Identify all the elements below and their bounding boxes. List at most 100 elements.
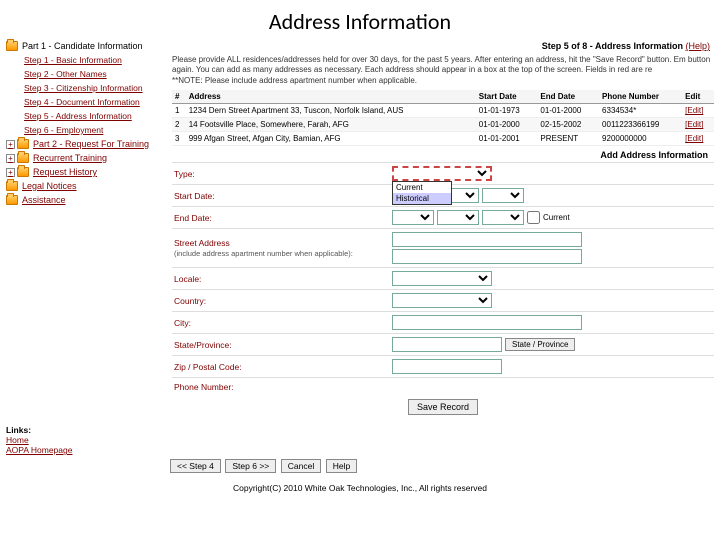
nav-assistance[interactable]: Assistance — [6, 193, 164, 207]
th-phone: Phone Number — [599, 90, 682, 104]
edit-link[interactable]: [Edit] — [685, 120, 703, 129]
label-city: City: — [172, 318, 392, 328]
current-checkbox[interactable] — [527, 211, 540, 224]
content-area: Step 5 of 8 - Address Information (Help)… — [164, 39, 714, 419]
label-zip: Zip / Postal Code: — [172, 362, 392, 372]
folder-icon — [6, 195, 18, 205]
opt-current[interactable]: Current — [393, 182, 451, 193]
edit-link[interactable]: [Edit] — [685, 134, 703, 143]
cell-addr: 999 Afgan Street, Afgan City, Bamian, AF… — [186, 132, 476, 146]
bottom-nav: << Step 4 Step 6 >> Cancel Help — [0, 455, 720, 473]
cell-start: 01-01-2001 — [476, 132, 538, 146]
aopa-link[interactable]: AOPA Homepage — [6, 445, 720, 455]
label-end: End Date: — [172, 213, 392, 223]
state-input[interactable] — [392, 337, 502, 352]
label-start: Start Date: — [172, 191, 392, 201]
cell-start: 01-01-1973 — [476, 104, 538, 118]
state-province-button[interactable]: State / Province — [505, 338, 575, 351]
expand-icon[interactable]: + — [6, 140, 15, 149]
nav-recurrent[interactable]: + Recurrent Training — [6, 151, 164, 165]
instruction-p2: **NOTE: Please include address apartment… — [172, 76, 714, 86]
nav-legal[interactable]: Legal Notices — [6, 179, 164, 193]
end-year[interactable] — [482, 210, 524, 225]
street-sub: (include address apartment number when a… — [174, 249, 353, 258]
sidebar: Part 1 - Candidate Information Step 1 - … — [6, 39, 164, 419]
cell-num: 1 — [172, 104, 186, 118]
cell-end: PRESENT — [537, 132, 599, 146]
nav-step-2[interactable]: Step 2 - Other Names — [6, 67, 164, 81]
cell-end: 01-01-2000 — [537, 104, 599, 118]
copyright: Copyright(C) 2010 White Oak Technologies… — [0, 473, 720, 493]
table-row: 214 Footsville Place, Somewhere, Farah, … — [172, 118, 714, 132]
instructions: Please provide ALL residences/addresses … — [172, 53, 714, 90]
label-country: Country: — [172, 296, 392, 306]
cell-phone: 9200000000 — [599, 132, 682, 146]
nav-step-3[interactable]: Step 3 - Citizenship Information — [6, 81, 164, 95]
table-row: 11234 Dern Street Apartment 33, Tuscon, … — [172, 104, 714, 118]
nav-step-6[interactable]: Step 6 - Employment — [6, 123, 164, 137]
th-edit: Edit — [682, 90, 714, 104]
nav-history[interactable]: + Request History — [6, 165, 164, 179]
save-record-button[interactable]: Save Record — [408, 399, 478, 415]
street-text: Street Address — [174, 238, 230, 248]
page-title: Address Information — [0, 0, 720, 39]
cell-end: 02-15-2002 — [537, 118, 599, 132]
history-label: Request History — [33, 167, 97, 177]
current-chk-label: Current — [543, 213, 570, 222]
end-month[interactable] — [392, 210, 434, 225]
label-state: State/Province: — [172, 340, 392, 350]
folder-icon — [17, 139, 29, 149]
legal-label: Legal Notices — [22, 181, 77, 191]
zip-input[interactable] — [392, 359, 502, 374]
nav-step-1[interactable]: Step 1 - Basic Information — [6, 53, 164, 67]
assistance-label: Assistance — [22, 195, 66, 205]
street-input-1[interactable] — [392, 232, 582, 247]
expand-icon[interactable]: + — [6, 154, 15, 163]
cell-phone: 0011223366199 — [599, 118, 682, 132]
cell-phone: 6334534* — [599, 104, 682, 118]
cell-addr: 14 Footsville Place, Somewhere, Farah, A… — [186, 118, 476, 132]
folder-icon — [17, 153, 29, 163]
cell-num: 2 — [172, 118, 186, 132]
prev-step-button[interactable]: << Step 4 — [170, 459, 221, 473]
country-select[interactable] — [392, 293, 492, 308]
label-phone: Phone Number: — [172, 382, 392, 392]
cancel-button[interactable]: Cancel — [281, 459, 321, 473]
recurrent-label: Recurrent Training — [33, 153, 107, 163]
nav-part1: Part 1 - Candidate Information — [6, 39, 164, 53]
part1-label: Part 1 - Candidate Information — [22, 41, 143, 51]
links-hdr: Links: — [6, 425, 720, 435]
section-title: Add Address Information — [172, 146, 714, 162]
label-type: Type: — [172, 169, 392, 179]
step-header: Step 5 of 8 - Address Information (Help) — [172, 39, 714, 53]
step-text: Step 5 of 8 - Address Information — [542, 41, 683, 51]
help-button[interactable]: Help — [326, 459, 357, 473]
part2-label: Part 2 - Request For Training — [33, 139, 149, 149]
address-table: # Address Start Date End Date Phone Numb… — [172, 90, 714, 146]
th-num: # — [172, 90, 186, 104]
nav-step-5[interactable]: Step 5 - Address Information — [6, 109, 164, 123]
end-day[interactable] — [437, 210, 479, 225]
th-end: End Date — [537, 90, 599, 104]
city-input[interactable] — [392, 315, 582, 330]
links-section: Links: Home AOPA Homepage — [0, 419, 720, 455]
label-street: Street Address (include address apartmen… — [172, 238, 392, 258]
table-row: 3999 Afgan Street, Afgan City, Bamian, A… — [172, 132, 714, 146]
cell-addr: 1234 Dern Street Apartment 33, Tuscon, N… — [186, 104, 476, 118]
nav-part2[interactable]: + Part 2 - Request For Training — [6, 137, 164, 151]
th-addr: Address — [186, 90, 476, 104]
help-link[interactable]: (Help) — [685, 41, 710, 51]
street-input-2[interactable] — [392, 249, 582, 264]
instruction-p1: Please provide ALL residences/addresses … — [172, 55, 714, 76]
nav-step-4[interactable]: Step 4 - Document Information — [6, 95, 164, 109]
cell-num: 3 — [172, 132, 186, 146]
locale-select[interactable] — [392, 271, 492, 286]
expand-icon[interactable]: + — [6, 168, 15, 177]
edit-link[interactable]: [Edit] — [685, 106, 703, 115]
home-link[interactable]: Home — [6, 435, 720, 445]
start-year[interactable] — [482, 188, 524, 203]
opt-historical[interactable]: Historical — [393, 193, 451, 204]
next-step-button[interactable]: Step 6 >> — [225, 459, 276, 473]
type-select[interactable] — [392, 166, 492, 181]
type-dropdown-open[interactable]: Current Historical — [392, 181, 452, 205]
